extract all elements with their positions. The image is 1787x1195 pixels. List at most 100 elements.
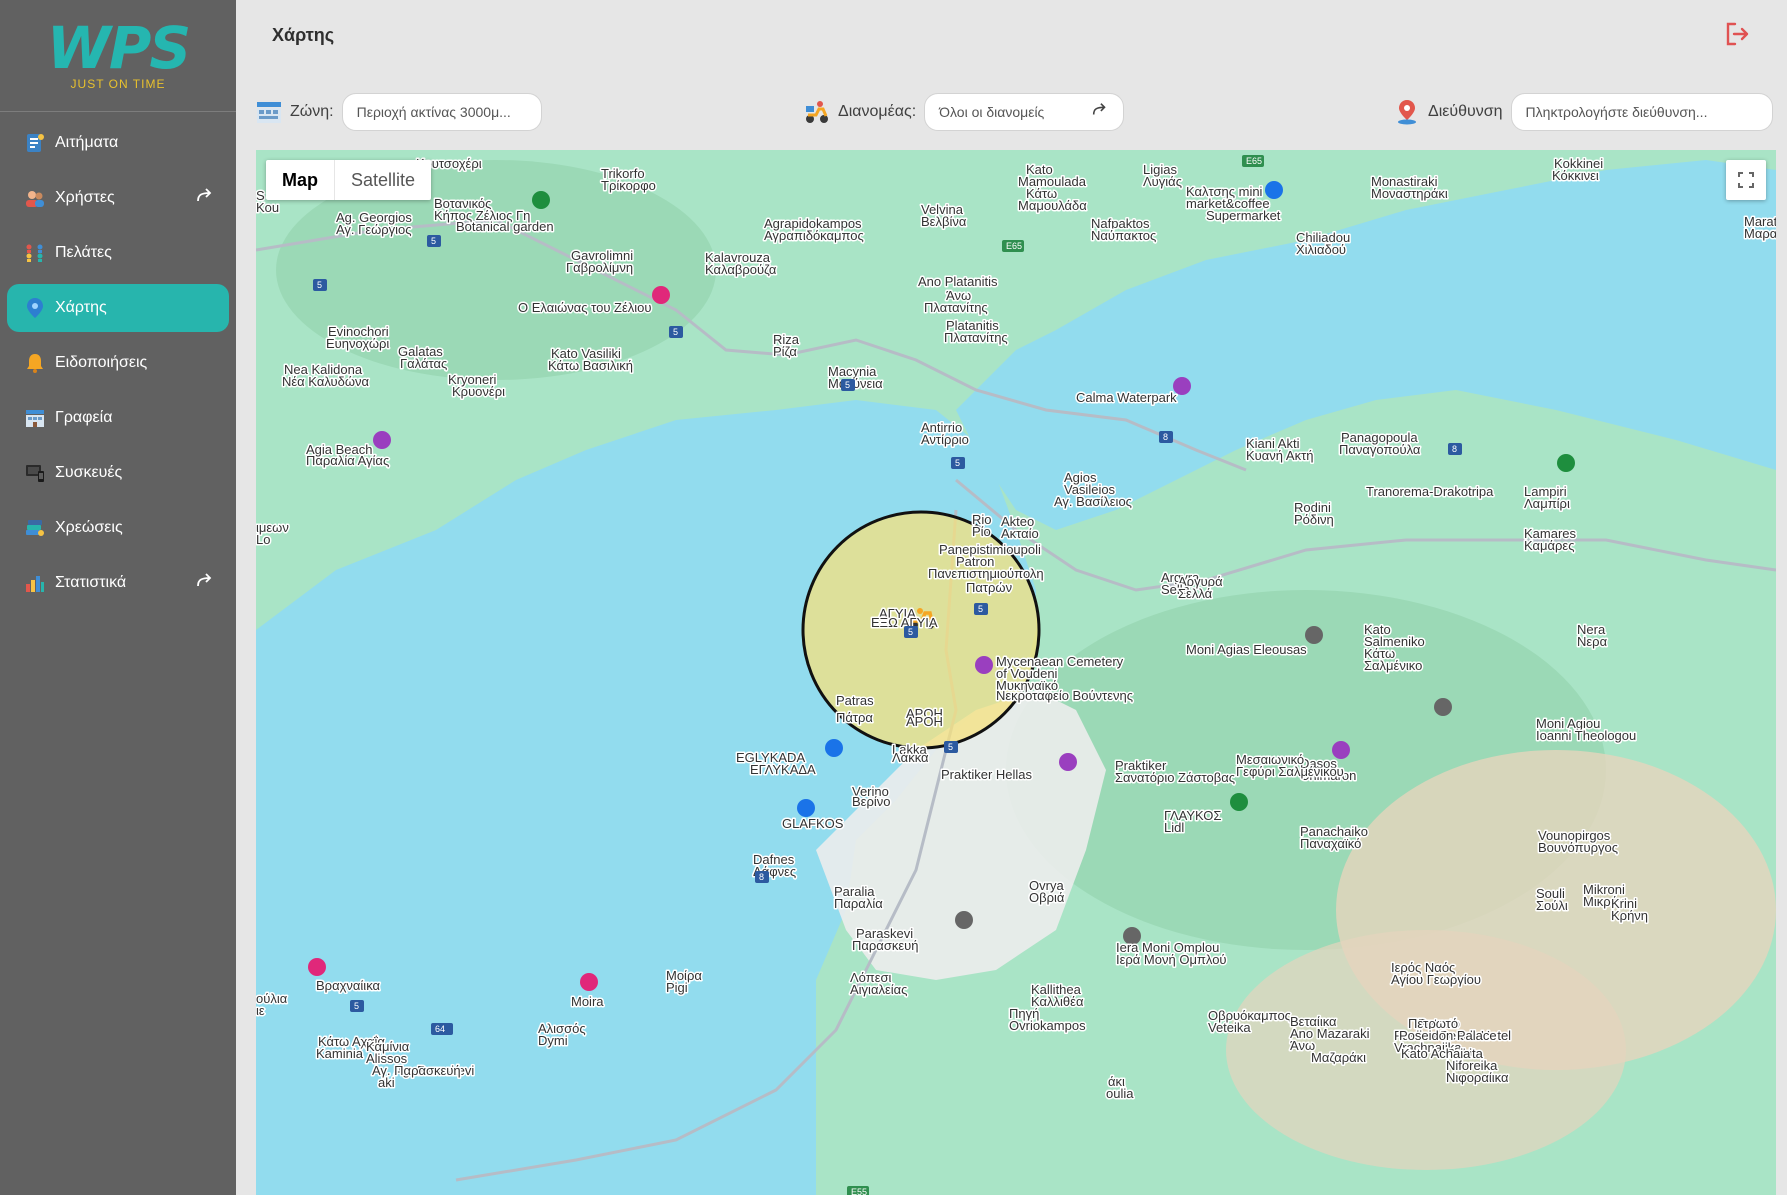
zone-select[interactable]: Περιοχή ακτίνας 3000μ... xyxy=(341,93,542,131)
map-label: ΕΓΛΥΚΑΔΑ xyxy=(750,762,816,777)
sidebar: WPS JUST ON TIME Αιτήματα Χρήστες Πελάτε… xyxy=(0,0,236,1195)
stats-icon xyxy=(23,571,47,595)
map-label: Γαβρολίμνη xyxy=(566,260,633,275)
map-label: Μοναστηράκι xyxy=(1371,186,1448,201)
map-label: Κρυονέρι xyxy=(452,384,505,399)
map-label: Κρήνη xyxy=(1611,908,1648,923)
svg-text:E55: E55 xyxy=(851,1187,867,1195)
map[interactable]: Κουτσοχέρι Trikorfo Τρίκορφο Kato Mamoulada Κ… xyxy=(256,150,1776,1195)
cemetery-poi-icon[interactable] xyxy=(975,656,993,674)
map-label: Kaminia xyxy=(316,1046,364,1061)
map-label: Βελβίνα xyxy=(921,214,967,229)
map-type-map-button[interactable]: Map xyxy=(266,160,335,200)
park-poi-icon[interactable] xyxy=(1557,454,1575,472)
map-label: aki xyxy=(378,1075,395,1090)
sidebar-item-offices[interactable]: Γραφεία xyxy=(7,394,229,442)
zone-icon xyxy=(257,102,281,123)
map-label: Dymi xyxy=(538,1033,568,1048)
map-label: Ioanni Theologou xyxy=(1536,728,1636,743)
map-label: Νέα Καλυδώνα xyxy=(282,374,370,389)
map-label: Μαζαράκι xyxy=(1311,1050,1366,1065)
address-input-placeholder: Πληκτρολογήστε διεύθυνση... xyxy=(1525,104,1708,120)
road-shield: 8 xyxy=(1159,431,1173,443)
map-label: Νερα xyxy=(1577,634,1608,649)
map-label: Βραχναίικα xyxy=(316,978,381,993)
map-label: Νιφοραίικα xyxy=(1446,1070,1509,1085)
address-label: Διεύθυνση xyxy=(1428,103,1503,120)
hotel-poi-icon[interactable] xyxy=(308,958,326,976)
customers-icon xyxy=(23,241,47,265)
sidebar-item-notifications[interactable]: Ειδοποιήσεις xyxy=(7,339,229,387)
sidebar-item-statistics[interactable]: Στατιστικά xyxy=(7,559,229,607)
road-shield: 5 xyxy=(951,457,965,469)
monastery-poi-icon[interactable] xyxy=(1305,626,1323,644)
map-label: Μαμουλάδα xyxy=(1018,198,1087,213)
svg-text:8: 8 xyxy=(1163,432,1168,442)
sidebar-item-devices[interactable]: Συσκευές xyxy=(7,449,229,497)
map-label: Λυγιάς xyxy=(1143,174,1182,189)
road-shield: 5 xyxy=(974,603,988,615)
park-poi-icon[interactable] xyxy=(532,191,550,209)
sidebar-item-users[interactable]: Χρήστες xyxy=(7,174,229,222)
map-label: Πατρών xyxy=(966,580,1012,595)
map-label: Ρίζα xyxy=(773,344,797,359)
sidebar-item-label: Ειδοποιήσεις xyxy=(55,354,148,371)
map-label: Μακύνεια xyxy=(828,376,883,391)
map-type-satellite-button[interactable]: Satellite xyxy=(335,160,431,200)
hotel-poi-icon[interactable] xyxy=(580,973,598,991)
expand-arrow-icon[interactable] xyxy=(195,571,215,591)
header: Χάρτης xyxy=(236,0,1787,72)
fullscreen-button[interactable] xyxy=(1726,160,1766,200)
map-label: Ano Platanitis xyxy=(918,274,998,289)
map-label: Kou xyxy=(256,200,279,215)
svg-text:5: 5 xyxy=(908,627,913,637)
requests-icon xyxy=(23,131,47,155)
go-arrow-icon[interactable] xyxy=(1091,101,1109,124)
sidebar-item-label: Χρεώσεις xyxy=(55,519,123,536)
expand-arrow-icon[interactable] xyxy=(195,186,215,206)
svg-text:5: 5 xyxy=(978,604,983,614)
map-label: Πάτρα xyxy=(836,710,873,725)
sidebar-item-requests[interactable]: Αιτήματα xyxy=(7,119,229,167)
map-label: Παναχαϊκό xyxy=(1300,836,1361,851)
courier-icon xyxy=(806,101,828,123)
map-canvas[interactable]: ΚουτσοχέριTrikorfoΤρίκορφοKatoMamouladaΚ… xyxy=(256,150,1776,1195)
map-label: Patras xyxy=(836,693,874,708)
map-label: ιε xyxy=(256,1003,265,1018)
map-label: Ρόδινη xyxy=(1294,512,1334,527)
map-label: Βουνόπυργος xyxy=(1538,840,1618,855)
sanatorium-poi-icon[interactable] xyxy=(1059,753,1077,771)
map-label: Πανεπιστημιούπολη xyxy=(928,566,1044,581)
courier-filter: Διανομέας: Όλοι οι διανομείς xyxy=(804,92,1125,132)
mountain-poi-icon[interactable] xyxy=(1230,793,1248,811)
monastery-poi-icon[interactable] xyxy=(1434,698,1452,716)
sidebar-item-map[interactable]: Χάρτης xyxy=(7,284,229,332)
map-label: Lidl xyxy=(1164,820,1184,835)
sidebar-item-charges[interactable]: Χρεώσεις xyxy=(7,504,229,552)
map-label: Praktiker Hellas xyxy=(941,767,1033,782)
address-filter: Διεύθυνση Πληκτρολογήστε διεύθυνση... xyxy=(1394,92,1773,132)
svg-text:8: 8 xyxy=(1452,444,1457,454)
map-label: Αγίου Γεωργίου xyxy=(1391,972,1481,987)
map-label: Lo xyxy=(256,532,270,547)
map-type-control: Map Satellite xyxy=(266,160,432,200)
logout-icon[interactable] xyxy=(1723,20,1751,48)
map-label: Παραλία xyxy=(834,896,883,911)
sidebar-item-customers[interactable]: Πελάτες xyxy=(7,229,229,277)
map-label: GLAFKOS xyxy=(782,816,844,831)
logo[interactable]: WPS JUST ON TIME xyxy=(0,0,236,112)
road-shield: E55 xyxy=(847,1186,869,1195)
map-label: Παρασκευή xyxy=(852,938,918,953)
zone-select-value: Περιοχή ακτίνας 3000μ... xyxy=(356,104,511,120)
supermarket-poi-icon[interactable] xyxy=(797,799,815,817)
road-shield: 64 xyxy=(431,1023,453,1035)
map-label: Νεκροταφείο Βούντενης xyxy=(996,688,1133,703)
map-label: Moira xyxy=(571,994,604,1009)
beach-poi-icon[interactable] xyxy=(373,431,391,449)
monastery-poi-icon[interactable] xyxy=(955,911,973,929)
address-input[interactable]: Πληκτρολογήστε διεύθυνση... xyxy=(1510,93,1773,131)
sidebar-item-label: Χάρτης xyxy=(55,299,107,316)
hotel-poi-icon[interactable] xyxy=(652,286,670,304)
store-poi-icon[interactable] xyxy=(825,739,843,757)
courier-select[interactable]: Όλοι οι διανομείς xyxy=(924,93,1125,131)
